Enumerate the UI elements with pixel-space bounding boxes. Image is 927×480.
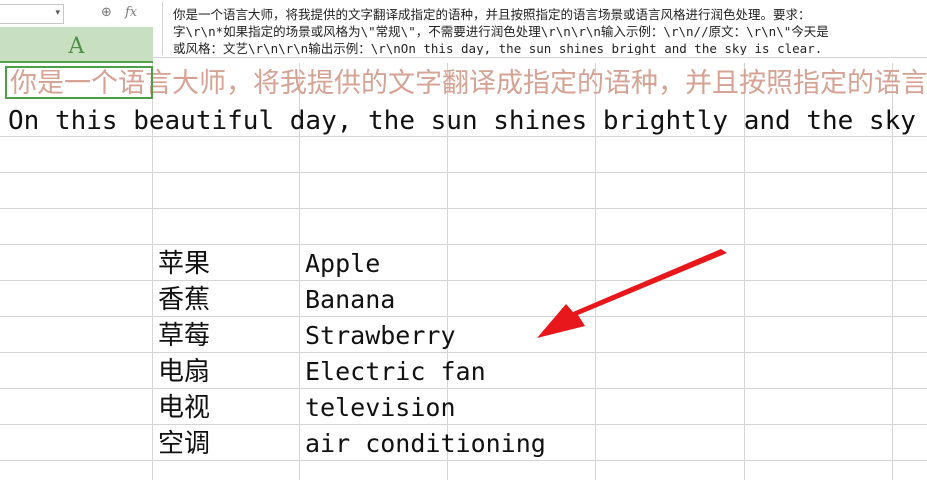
cell-chinese-word[interactable]: 电扇	[158, 355, 298, 389]
cell-chinese-word[interactable]: 苹果	[158, 247, 298, 281]
column-header-a[interactable]: A	[0, 27, 153, 63]
chevron-down-icon[interactable]: ▾	[55, 8, 60, 18]
cell-a2[interactable]: On this beautiful day, the sun shines br…	[8, 104, 927, 138]
cell-chinese-word[interactable]: 香蕉	[158, 283, 298, 317]
cell-selection	[5, 66, 153, 99]
cell-english-word[interactable]: Apple	[305, 247, 605, 281]
cell-english-word[interactable]: air conditioning	[305, 427, 605, 461]
name-box[interactable]: ▾	[0, 4, 64, 24]
grid-line	[0, 172, 927, 173]
cell-chinese-word[interactable]: 草莓	[158, 319, 298, 353]
formula-line: 字\r\n*如果指定的场景或风格为\"常规\"，不需要进行润色处理\r\n\r\…	[173, 24, 829, 39]
formula-line: 或风格：文艺\r\n\r\n输出示例：\r\nOn this day, the …	[173, 41, 823, 55]
cell-chinese-word[interactable]: 电视	[158, 391, 298, 425]
zoom-icon[interactable]: ⊕	[101, 5, 112, 20]
grid-line	[0, 208, 927, 209]
formula-line: 你是一个语言大师，将我提供的文字翻译成指定的语种，并且按照指定的语言场景或语言风…	[173, 7, 811, 22]
cell-english-word[interactable]: Banana	[305, 283, 605, 317]
cell-english-word[interactable]: Strawberry	[305, 319, 605, 353]
cell-english-word[interactable]: television	[305, 391, 605, 425]
formula-input[interactable]: 你是一个语言大师，将我提供的文字翻译成指定的语种，并且按照指定的语言场景或语言风…	[162, 2, 927, 55]
function-icon[interactable]: fx	[125, 5, 137, 20]
cell-english-word[interactable]: Electric fan	[305, 355, 605, 389]
grid-line	[0, 244, 927, 245]
cell-chinese-word[interactable]: 空调	[158, 427, 298, 461]
